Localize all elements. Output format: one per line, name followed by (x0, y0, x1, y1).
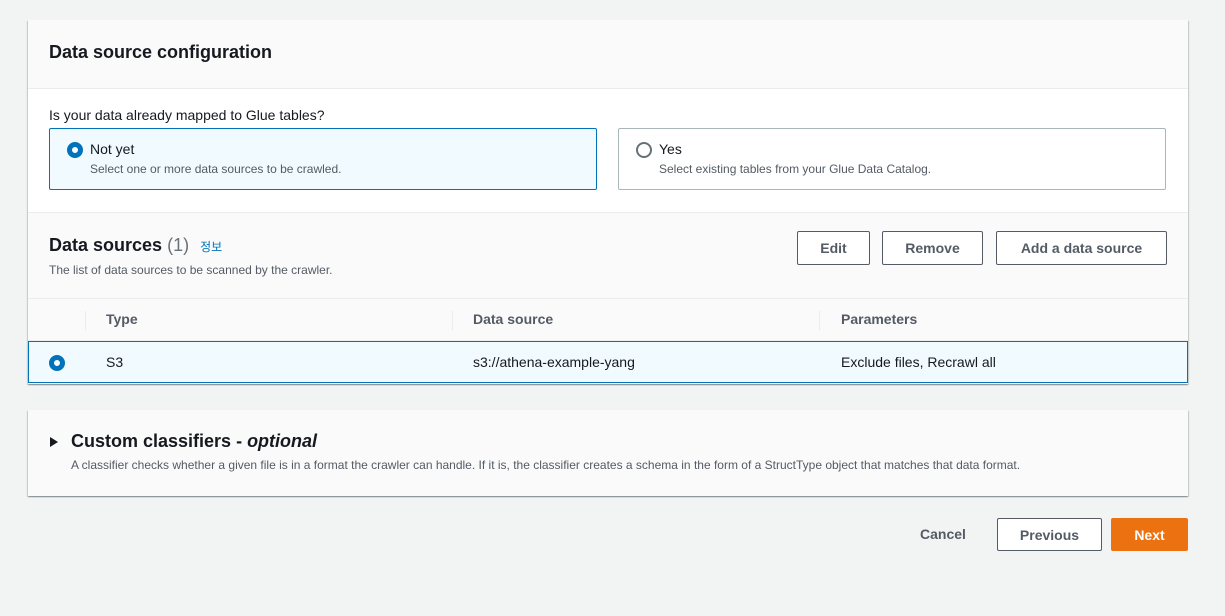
custom-classifiers-panel: Custom classifiers - optional A classifi… (28, 410, 1188, 496)
edit-button[interactable]: Edit (797, 231, 870, 265)
column-header-data-source[interactable]: Data source (473, 311, 553, 327)
custom-classifiers-title-text: Custom classifiers - (71, 431, 248, 451)
data-sources-description: The list of data sources to be scanned b… (49, 263, 333, 277)
table-header: Type Data source Parameters (28, 299, 1188, 341)
column-header-type[interactable]: Type (106, 311, 138, 327)
data-sources-title: Data sources (1) 정보 (49, 235, 222, 256)
previous-button[interactable]: Previous (997, 518, 1102, 551)
data-sources-header: Data sources (1) 정보 The list of data sou… (28, 212, 1188, 299)
table-row[interactable]: S3 s3://athena-example-yang Exclude file… (28, 341, 1188, 383)
option-not-yet-label: Not yet (90, 141, 135, 157)
custom-classifiers-description: A classifier checks whether a given file… (71, 458, 1021, 472)
column-header-parameters[interactable]: Parameters (841, 311, 917, 327)
caret-right-icon[interactable] (50, 437, 58, 447)
radio-yes[interactable] (636, 142, 652, 158)
add-data-source-button[interactable]: Add a data source (996, 231, 1167, 265)
column-divider (85, 311, 86, 331)
data-sources-title-text: Data sources (49, 235, 163, 255)
optional-label: optional (247, 431, 318, 451)
column-divider (819, 311, 820, 331)
option-yes-label: Yes (659, 141, 682, 157)
data-sources-count: (1) (167, 235, 190, 255)
cancel-button[interactable]: Cancel (906, 518, 980, 550)
cell-type: S3 (106, 354, 124, 370)
cell-parameters: Exclude files, Recrawl all (841, 354, 996, 370)
option-yes-description: Select existing tables from your Glue Da… (659, 162, 932, 176)
data-source-configuration-panel: Data source configuration Is your data a… (28, 20, 1188, 384)
mapping-question: Is your data already mapped to Glue tabl… (49, 107, 325, 123)
column-divider (452, 311, 453, 331)
custom-classifiers-expander[interactable]: Custom classifiers - optional A classifi… (28, 410, 1188, 496)
row-select-radio[interactable] (49, 355, 65, 371)
option-not-yet-description: Select one or more data sources to be cr… (90, 162, 342, 176)
remove-button[interactable]: Remove (882, 231, 983, 265)
panel-header: Data source configuration (28, 20, 1188, 89)
custom-classifiers-title: Custom classifiers - optional (71, 431, 317, 452)
next-button[interactable]: Next (1111, 518, 1188, 551)
option-yes-tile[interactable]: Yes Select existing tables from your Glu… (618, 128, 1166, 190)
cell-data-source: s3://athena-example-yang (473, 354, 635, 370)
info-link[interactable]: 정보 (200, 240, 222, 254)
radio-not-yet[interactable] (67, 142, 83, 158)
panel-title: Data source configuration (49, 42, 273, 62)
option-not-yet-tile[interactable]: Not yet Select one or more data sources … (49, 128, 597, 190)
